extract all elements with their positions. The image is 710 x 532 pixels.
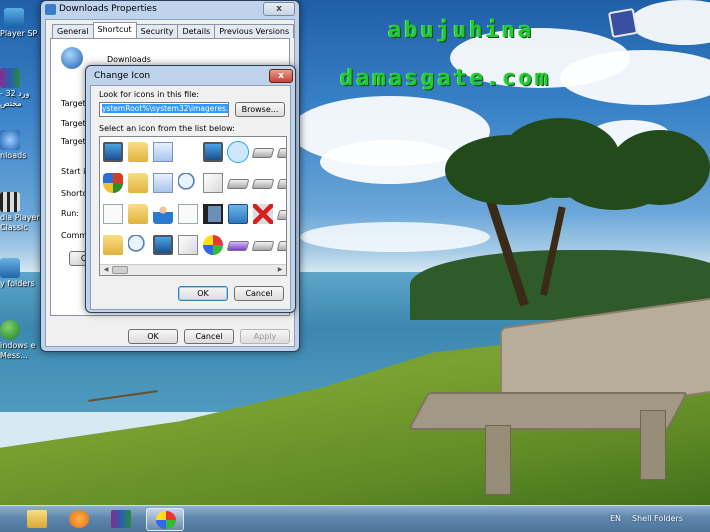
winrar-icon	[0, 68, 20, 88]
security-shield-icon[interactable]	[103, 173, 123, 193]
mp3-document-icon[interactable]	[203, 173, 223, 193]
downloads-icon	[61, 47, 83, 69]
disconnected-drive-icon[interactable]	[253, 204, 273, 224]
folder-icon[interactable]	[128, 204, 148, 224]
window-icon[interactable]	[153, 235, 173, 255]
icon-list[interactable]: ◀ ▶	[99, 136, 287, 276]
tab-shortcut[interactable]: Shortcut	[92, 22, 137, 38]
tab-strip: General Shortcut Security Details Previo…	[52, 22, 295, 38]
dialog-close-button[interactable]: x	[269, 69, 293, 83]
purple-drive-icon[interactable]	[226, 241, 250, 251]
drive-icon[interactable]	[276, 148, 286, 158]
look-for-icons-label: Look for icons in this file:	[99, 90, 199, 99]
folder-icon[interactable]	[103, 235, 123, 255]
paint-icon	[156, 511, 176, 529]
scroll-left-arrow-icon[interactable]: ◀	[101, 266, 111, 274]
color-ball-icon[interactable]	[203, 235, 223, 255]
desktop-icon-winrar[interactable]: ورد 32 - مختص	[0, 68, 40, 109]
close-button[interactable]: x	[263, 2, 295, 16]
drive-icon[interactable]	[251, 148, 275, 158]
tab-details[interactable]: Details	[177, 24, 216, 38]
paper-icon[interactable]	[178, 235, 198, 255]
icon-file-path-input[interactable]: ystemRoot%\system32\imageres.dll	[99, 102, 229, 117]
people-icon[interactable]	[153, 204, 173, 224]
change-icon-client-area: Look for icons in this file: ystemRoot%\…	[90, 85, 291, 310]
drive-icon[interactable]	[276, 241, 286, 251]
shell-folders-toolbar[interactable]: Shell Folders	[632, 514, 683, 523]
downloads-icon	[0, 130, 20, 150]
icon-grid	[103, 140, 286, 264]
folder-icon[interactable]	[128, 142, 148, 162]
media-player-sp-icon	[4, 8, 24, 28]
blue-document-icon[interactable]	[153, 173, 173, 193]
scroll-right-arrow-icon[interactable]: ▶	[275, 266, 285, 274]
desktop-icon-label: indows e Mess...	[0, 341, 36, 360]
blank-icon[interactable]	[178, 142, 198, 162]
network-globe-icon[interactable]	[227, 141, 249, 163]
monitor-icon[interactable]	[103, 142, 123, 162]
cancel-button[interactable]: Cancel	[234, 286, 284, 301]
tab-general[interactable]: General	[52, 24, 94, 38]
desktop-icon-label: y folders	[0, 279, 35, 288]
document-icon[interactable]	[103, 204, 123, 224]
document-icon[interactable]	[178, 204, 198, 224]
top-right-desktop-icon[interactable]	[607, 7, 639, 39]
desktop-icon-media-player[interactable]: Player SP	[0, 8, 40, 39]
desktop-icon-label: ورد 32 - مختص	[0, 89, 30, 108]
media-player-classic-icon	[0, 192, 20, 212]
window-title: Downloads Properties	[59, 4, 157, 14]
desktop-icon-label: Player SP	[0, 29, 38, 38]
change-icon-dialog: Change Icon x Look for icons in this fil…	[85, 65, 296, 313]
scrollbar-thumb[interactable]	[112, 266, 128, 274]
drive-icon[interactable]	[276, 179, 286, 189]
folder-search-icon[interactable]	[178, 173, 198, 193]
tab-security[interactable]: Security	[135, 24, 179, 38]
desktop-icon-messenger[interactable]: indows e Mess...	[0, 320, 40, 361]
board-icon[interactable]	[228, 204, 248, 224]
cancel-button[interactable]: Cancel	[184, 329, 234, 344]
desktop-icon-my-folders[interactable]: y folders	[0, 258, 40, 289]
taskbar-winrar-button[interactable]	[102, 508, 140, 531]
drive-icon[interactable]	[251, 241, 275, 251]
apply-button[interactable]: Apply	[240, 329, 290, 344]
desktop-icon-label: dia Player Classic	[0, 213, 40, 232]
desktop-icon-label: nloads	[0, 151, 27, 160]
windows-live-messenger-icon	[0, 320, 20, 340]
horizontal-scrollbar[interactable]: ◀ ▶	[100, 264, 286, 275]
film-icon[interactable]	[203, 204, 223, 224]
desktop-icon-media-player-classic[interactable]: dia Player Classic	[0, 192, 40, 233]
properties-title-icon	[45, 4, 56, 15]
media-player-icon	[69, 510, 89, 528]
taskbar-media-player-button[interactable]	[60, 508, 98, 531]
desktop-icon-downloads[interactable]: nloads	[0, 130, 40, 161]
dialog-title: Change Icon	[94, 71, 151, 81]
taskbar-paint-button[interactable]	[146, 508, 184, 531]
winrar-icon	[111, 510, 131, 528]
blue-document-icon[interactable]	[153, 142, 173, 162]
taskbar: EN Shell Folders	[0, 505, 710, 532]
browse-button[interactable]: Browse...	[235, 102, 285, 117]
ok-button[interactable]: OK	[178, 286, 228, 301]
folder-icon[interactable]	[128, 173, 148, 193]
cd-drive-icon[interactable]	[251, 179, 275, 189]
search-icon[interactable]	[128, 235, 148, 255]
drive-icon[interactable]	[276, 210, 286, 220]
watermark-damasgate: damasgate.com	[340, 66, 552, 91]
run-label: Run:	[61, 209, 80, 218]
screen-window-icon[interactable]	[203, 142, 223, 162]
tab-previous-versions[interactable]: Previous Versions	[214, 24, 295, 38]
shortcut-name: Downloads	[107, 55, 151, 64]
watermark-abujuhina: abujuhina	[388, 18, 535, 43]
select-icon-label: Select an icon from the list below:	[99, 124, 235, 133]
ok-button[interactable]: OK	[128, 329, 178, 344]
icon-file-path-value: ystemRoot%\system32\imageres.dll	[102, 104, 228, 113]
my-folders-icon	[0, 258, 20, 278]
language-indicator[interactable]: EN	[610, 514, 621, 523]
explorer-icon	[27, 510, 47, 528]
taskbar-explorer-button[interactable]	[18, 508, 56, 531]
printer-icon[interactable]	[226, 179, 250, 189]
